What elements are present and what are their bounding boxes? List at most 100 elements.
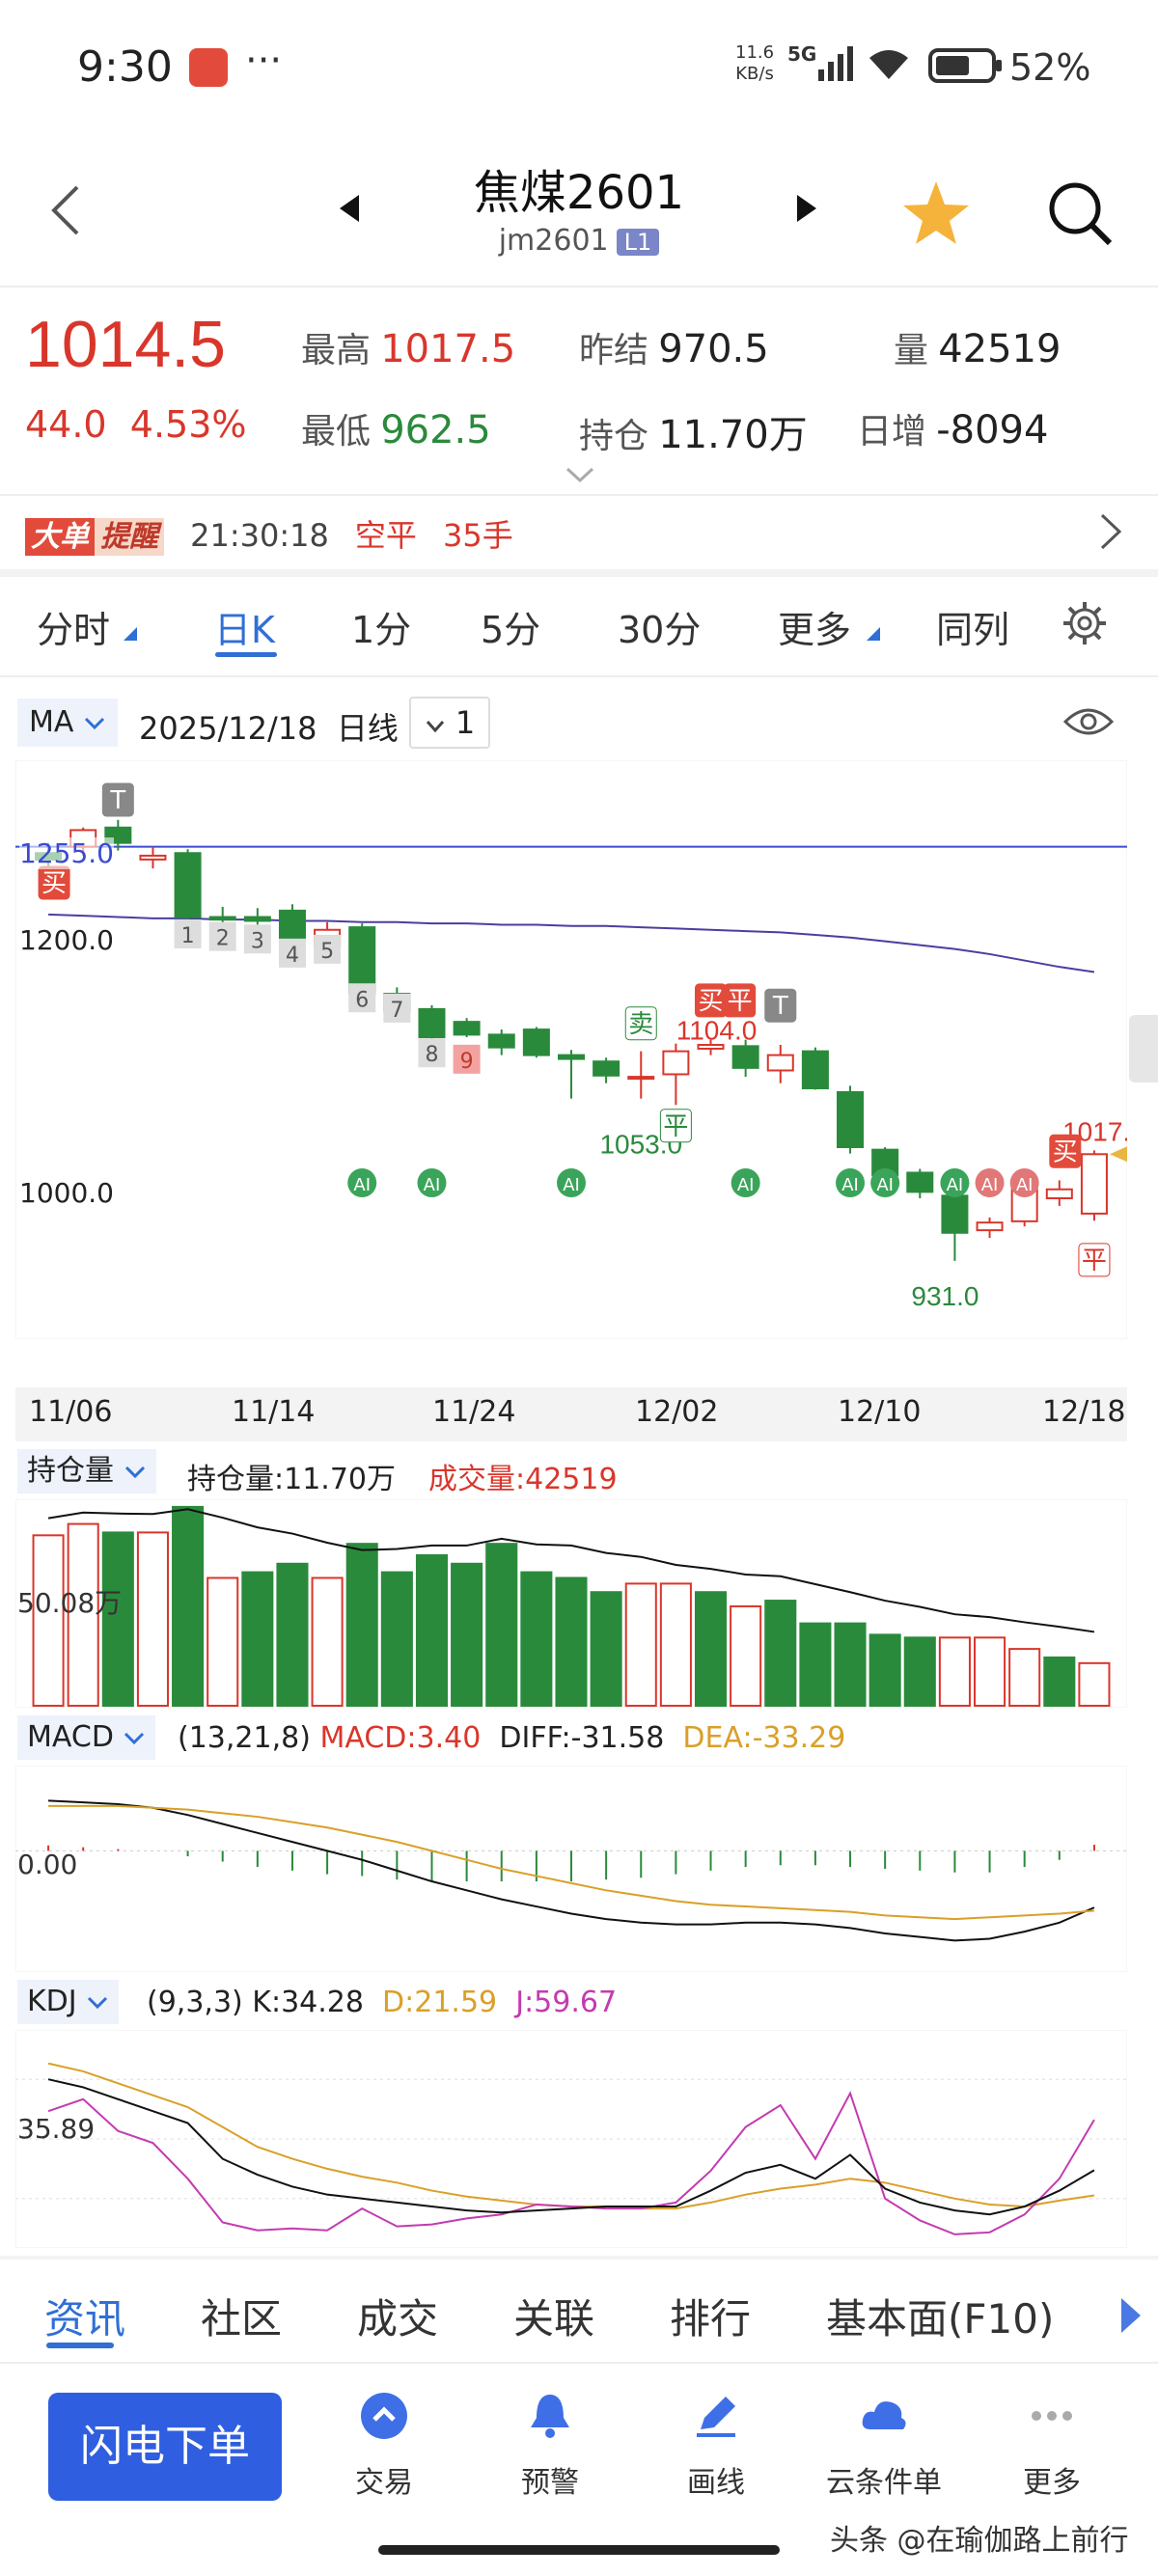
- network-type: 5G: [787, 42, 817, 66]
- oi-bar: [694, 1591, 728, 1707]
- tab-active-indicator: [215, 652, 277, 657]
- x-axis-bar: [15, 1387, 1127, 1441]
- cloud-icon: [862, 2401, 906, 2429]
- ai-marker-label: AI: [841, 1175, 859, 1195]
- x-tick: 12/18: [1042, 1395, 1126, 1429]
- level-badge: L1: [616, 229, 660, 256]
- oi-bar: [868, 1633, 901, 1707]
- oi-bar: [276, 1562, 309, 1708]
- bottom-tab-indicator: [46, 2343, 114, 2348]
- annotation-low-931: 931.0: [911, 1281, 979, 1311]
- scroll-right-icon[interactable]: [1119, 2296, 1143, 2335]
- kdj-chart: [15, 2030, 1127, 2248]
- oi-bar: [903, 1636, 936, 1707]
- oi-bar: [730, 1604, 762, 1707]
- oi-bar: [485, 1543, 518, 1707]
- kdj-selector[interactable]: KDJ: [17, 1980, 120, 2024]
- pen-icon: [697, 2397, 735, 2437]
- tab-timeshare[interactable]: 分时: [37, 600, 110, 653]
- signal-t-1: T: [109, 786, 125, 815]
- candle-body: [593, 1060, 620, 1077]
- tab-timeshare-caret-icon: [124, 627, 137, 641]
- tab-5min[interactable]: 5分: [481, 600, 540, 653]
- sequence-badge: 8: [425, 1043, 438, 1067]
- battery-percent: 52%: [1009, 46, 1091, 89]
- cloud-order-button[interactable]: 云条件单: [816, 2391, 951, 2501]
- expand-chevron-icon[interactable]: [564, 465, 596, 484]
- watermark: 头条 @在瑜伽路上前行: [830, 2524, 1129, 2558]
- sequence-badge: 7: [390, 999, 403, 1023]
- settings-gear-icon[interactable]: [1060, 598, 1110, 648]
- high-field: 最高 1017.5: [301, 327, 516, 371]
- oi-selector[interactable]: 持仓量: [17, 1449, 156, 1494]
- tab-more[interactable]: 更多: [778, 600, 851, 653]
- tab-fundamentals[interactable]: 基本面(F10): [826, 2287, 1054, 2345]
- more-icon: [1032, 2411, 1072, 2421]
- ai-marker-label: AI: [424, 1175, 441, 1195]
- home-indicator[interactable]: [378, 2545, 780, 2555]
- tab-related[interactable]: 关联: [513, 2287, 594, 2345]
- candle-body: [837, 1091, 865, 1148]
- oi-bar: [311, 1576, 344, 1707]
- oi-bar: [764, 1600, 797, 1707]
- wifi-icon: [869, 50, 908, 79]
- oi-bar: [207, 1576, 239, 1707]
- candle-body: [208, 916, 236, 921]
- candle-body: [453, 1021, 481, 1036]
- tab-ranking[interactable]: 排行: [670, 2287, 751, 2345]
- star-icon[interactable]: [901, 179, 971, 245]
- search-icon[interactable]: [1044, 178, 1114, 247]
- alert-amount: 35手: [443, 517, 513, 554]
- candle-body: [278, 909, 306, 942]
- divider: [0, 2362, 1158, 2364]
- signal-buy-2: 买: [699, 987, 724, 1016]
- tab-30min[interactable]: 30分: [618, 600, 701, 653]
- candle-body: [522, 1028, 550, 1056]
- tab-1min[interactable]: 1分: [351, 600, 411, 653]
- tab-community[interactable]: 社区: [201, 2287, 282, 2345]
- ai-marker-label: AI: [353, 1175, 371, 1195]
- macd-chart: [15, 1766, 1127, 1972]
- side-collapse-handle[interactable]: [1129, 1015, 1158, 1082]
- oi-bar: [172, 1505, 205, 1708]
- big-order-alert[interactable]: 大单 提醒 21:30:18 空平 35手: [25, 511, 513, 556]
- tab-compare[interactable]: 同列: [936, 600, 1009, 653]
- candle-body: [243, 916, 271, 922]
- prev-settle-field: 昨结 970.5: [579, 327, 769, 371]
- oi-bar: [624, 1582, 657, 1707]
- oi-bar: [799, 1622, 832, 1707]
- x-tick: 11/06: [29, 1395, 113, 1429]
- chevron-down-icon: [124, 1466, 145, 1479]
- tab-news[interactable]: 资讯: [44, 2287, 125, 2345]
- oi-value: 持仓量:11.70万: [187, 1463, 396, 1496]
- indicator-selector[interactable]: MA: [17, 699, 118, 747]
- y-label-1200: 1200.0: [19, 924, 114, 956]
- macd-params: (13,21,8) MACD:3.40 DIFF:-31.58 DEA:-33.…: [178, 1721, 846, 1755]
- period-count-selector[interactable]: 1: [409, 697, 490, 749]
- tab-daily-k[interactable]: 日K: [214, 600, 275, 653]
- candle-body: [731, 1045, 759, 1069]
- candle-body: [487, 1033, 515, 1049]
- chevron-right-icon[interactable]: [1098, 511, 1123, 552]
- macd-selector[interactable]: MACD: [17, 1715, 156, 1760]
- more-button[interactable]: 更多: [984, 2391, 1119, 2501]
- eye-icon[interactable]: [1063, 704, 1114, 739]
- next-contract-icon[interactable]: [793, 193, 818, 224]
- ai-marker-label: AI: [1016, 1175, 1034, 1195]
- candle-body: [174, 852, 202, 918]
- candle-body: [1080, 1153, 1108, 1215]
- trade-button[interactable]: 交易: [317, 2391, 452, 2501]
- signal-buy-1: 买: [41, 869, 67, 898]
- last-price: 1014.5: [25, 308, 226, 381]
- candlestick-chart[interactable]: 1053.01104.0931.01017.5T买卖平买平T买平12345678…: [15, 760, 1127, 1339]
- tab-trades[interactable]: 成交: [357, 2287, 438, 2345]
- candle-body: [941, 1194, 969, 1234]
- oi-bar: [1078, 1661, 1111, 1707]
- open-interest-field: 持仓 11.70万: [579, 413, 808, 457]
- flash-order-button[interactable]: 闪电下单: [48, 2393, 282, 2501]
- chevron-down-icon: [84, 717, 105, 730]
- alert-button[interactable]: 预警: [482, 2391, 618, 2501]
- oi-bar: [834, 1622, 867, 1707]
- bell-icon: [531, 2395, 569, 2438]
- draw-line-button[interactable]: 画线: [648, 2391, 784, 2501]
